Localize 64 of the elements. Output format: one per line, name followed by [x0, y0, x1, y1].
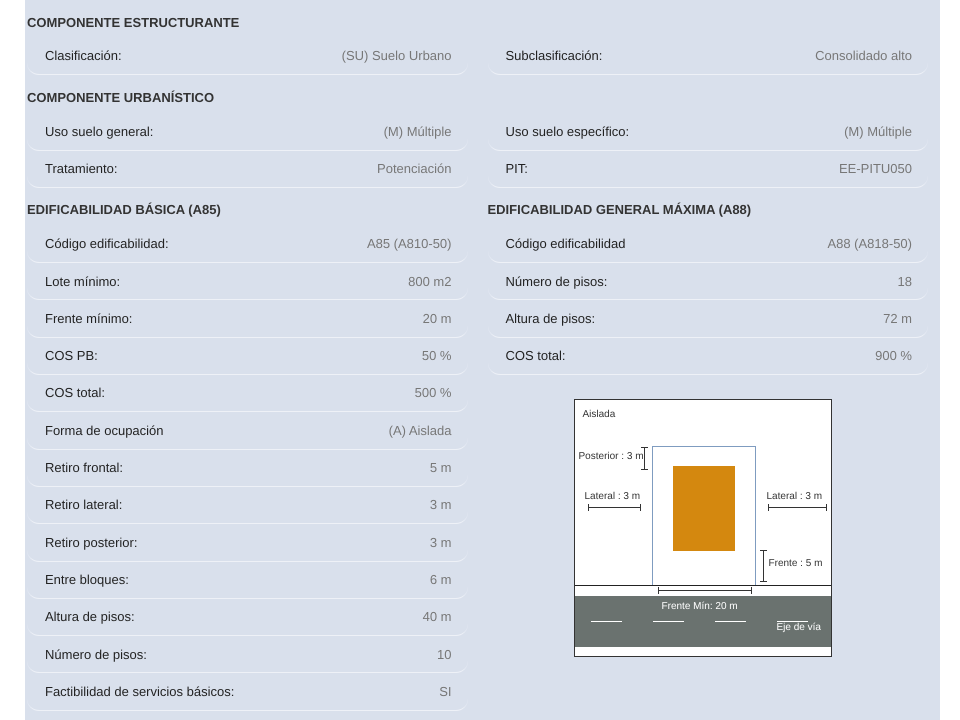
field-label: Retiro lateral: — [45, 496, 122, 514]
field-label: Clasificación: — [45, 47, 122, 66]
field-value: A85 (A810-50) — [366, 235, 452, 254]
setback-label: Frente : 5 m — [768, 559, 822, 570]
field-label: PIT: — [506, 160, 528, 178]
field-label: Entre bloques: — [45, 570, 129, 589]
lane-dash — [652, 621, 684, 622]
field-value: 3 m — [430, 534, 452, 552]
field-label: Frente mínimo: — [45, 310, 132, 328]
field-value: (M) Múltiple — [384, 122, 452, 141]
field-label: Uso suelo específico: — [506, 122, 630, 141]
dimension-line — [760, 550, 766, 582]
field-value: 5 m — [430, 459, 452, 478]
setback-label: Posterior : 3 m — [578, 452, 644, 462]
dimension-line — [768, 504, 826, 512]
field-value: 500 % — [414, 384, 452, 402]
field-value: 3 m — [430, 496, 452, 514]
field-label: Tratamiento: — [45, 160, 118, 178]
field-value: (SU) Suelo Urbano — [342, 47, 452, 66]
setback-label: Lateral : 3 m — [766, 492, 822, 502]
field-value: EE-PITU050 — [839, 160, 912, 178]
field-label: Retiro posterior: — [45, 534, 138, 552]
field-value: 40 m — [422, 608, 452, 626]
lane-dash — [590, 621, 622, 622]
field-value: 20 m — [422, 310, 452, 328]
field-label: Altura de pisos: — [506, 310, 596, 328]
field-value: 6 m — [430, 570, 452, 589]
field-label: Código edificabilidad — [506, 235, 626, 254]
field-value: 800 m2 — [408, 272, 452, 291]
field-label: Altura de pisos: — [45, 608, 135, 626]
field-label: Número de pisos: — [45, 646, 147, 664]
lane-dash — [776, 621, 808, 622]
field-label: COS total: — [506, 347, 566, 366]
section-title: EDIFICABILIDAD GENERAL MÁXIMA (A88) — [488, 201, 752, 220]
field-label: Retiro frontal: — [45, 459, 124, 478]
field-value: 900 % — [875, 347, 912, 366]
field-label: Número de pisos: — [506, 272, 608, 291]
lane-dash — [714, 621, 746, 622]
field-label: COS total: — [45, 384, 105, 402]
field-label: Lote mínimo: — [45, 272, 120, 291]
field-value: 10 — [437, 646, 452, 664]
field-value: 50 % — [422, 347, 452, 366]
field-label: Subclasificación: — [506, 47, 602, 66]
field-label: Factibilidad de servicios básicos: — [45, 682, 234, 701]
field-label: Código edificabilidad: — [45, 235, 169, 254]
field-value: Consolidado alto — [815, 47, 912, 66]
frontage-label: Frente Mín: 20 m — [662, 602, 738, 612]
field-value: 18 — [898, 272, 912, 291]
section-title: COMPONENTE URBANÍSTICO — [27, 88, 216, 107]
field-label: Forma de ocupación — [45, 422, 164, 440]
field-value: (A) Aislada — [388, 422, 452, 440]
dimension-line — [588, 504, 640, 512]
section-title: EDIFICABILIDAD BÁSICA (A85) — [27, 201, 222, 220]
axis-label: Eje de vía — [776, 623, 821, 634]
field-value: Potenciación — [377, 160, 452, 178]
field-label: COS PB: — [45, 347, 98, 366]
diagram-title: Aislada — [582, 410, 616, 420]
setback-label: Lateral : 3 m — [584, 492, 640, 502]
section-title: COMPONENTE ESTRUCTURANTE — [27, 14, 240, 32]
field-label: Uso suelo general: — [45, 122, 154, 141]
field-value: A88 (A818-50) — [827, 235, 912, 254]
field-value: (M) Múltiple — [844, 122, 912, 141]
field-value: SI — [439, 682, 452, 701]
field-value: 72 m — [883, 310, 912, 328]
